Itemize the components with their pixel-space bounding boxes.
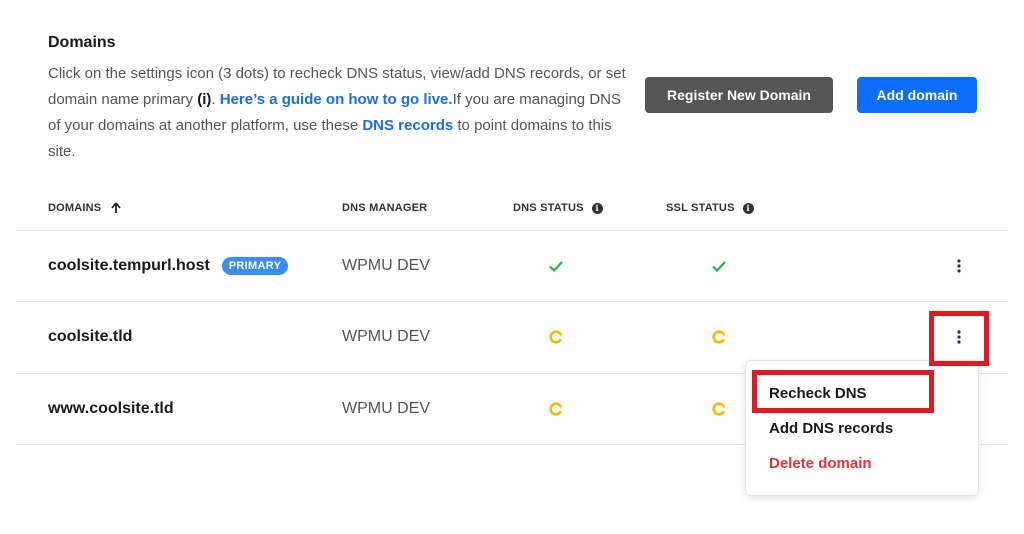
primary-badge: PRIMARY bbox=[221, 257, 289, 275]
col-dns-manager: DNS MANAGER bbox=[342, 202, 428, 214]
dns-manager-cell: WPMU DEV bbox=[342, 257, 430, 274]
dns-manager-cell: WPMU DEV bbox=[342, 400, 430, 417]
dns-manager-cell: WPMU DEV bbox=[342, 328, 430, 345]
dns-records-link[interactable]: DNS records bbox=[362, 117, 453, 134]
col-ssl-status: SSL STATUS i bbox=[666, 202, 754, 214]
ssl-status-check-icon bbox=[711, 231, 727, 301]
kebab-highlight-box bbox=[929, 311, 989, 366]
ssl-status-pending-icon bbox=[711, 374, 727, 444]
add-dns-records-menu-item[interactable]: Add DNS records bbox=[769, 420, 893, 437]
info-icon[interactable]: i bbox=[591, 202, 603, 214]
domain-name-cell: coolsite.tempurl.host PRIMARY bbox=[48, 231, 289, 301]
domain-name-cell: www.coolsite.tld bbox=[48, 374, 174, 444]
page-description: Click on the settings icon (3 dots) to r… bbox=[48, 61, 628, 165]
dns-status-pending-icon bbox=[548, 302, 564, 372]
dns-status-pending-icon bbox=[548, 374, 564, 444]
domains-header: Domains Click on the settings icon (3 do… bbox=[48, 34, 628, 165]
table-row: coolsite.tempurl.host PRIMARY WPMU DEV bbox=[0, 231, 1024, 301]
desc-bold: (i) bbox=[197, 91, 212, 108]
table-header: DOMAINS DNS MANAGER DNS STATUS i SSL STA… bbox=[0, 202, 1024, 216]
col-dns-status: DNS STATUS i bbox=[513, 202, 603, 214]
info-icon[interactable]: i bbox=[742, 202, 754, 214]
register-domain-button[interactable]: Register New Domain bbox=[645, 77, 833, 113]
go-live-guide-link[interactable]: Here’s a guide on how to go live. bbox=[220, 91, 453, 108]
desc-text-2: . bbox=[211, 91, 220, 108]
domain-name: coolsite.tempurl.host bbox=[48, 257, 210, 274]
kebab-menu-icon[interactable] bbox=[951, 231, 967, 301]
domain-name-cell: coolsite.tld bbox=[48, 302, 132, 372]
recheck-dns-highlight-box bbox=[752, 370, 934, 413]
add-domain-button[interactable]: Add domain bbox=[857, 77, 977, 113]
col-ssl-status-label: SSL STATUS bbox=[666, 202, 735, 214]
sort-arrow-up-icon[interactable] bbox=[111, 202, 122, 214]
domain-name: www.coolsite.tld bbox=[48, 400, 174, 417]
page-title: Domains bbox=[48, 34, 116, 51]
dns-status-check-icon bbox=[548, 231, 564, 301]
col-dns-status-label: DNS STATUS bbox=[513, 202, 584, 214]
ssl-status-pending-icon bbox=[711, 302, 727, 372]
col-domains[interactable]: DOMAINS bbox=[48, 202, 122, 214]
col-domains-label: DOMAINS bbox=[48, 202, 102, 214]
delete-domain-menu-item[interactable]: Delete domain bbox=[769, 455, 872, 472]
domain-name: coolsite.tld bbox=[48, 328, 133, 345]
